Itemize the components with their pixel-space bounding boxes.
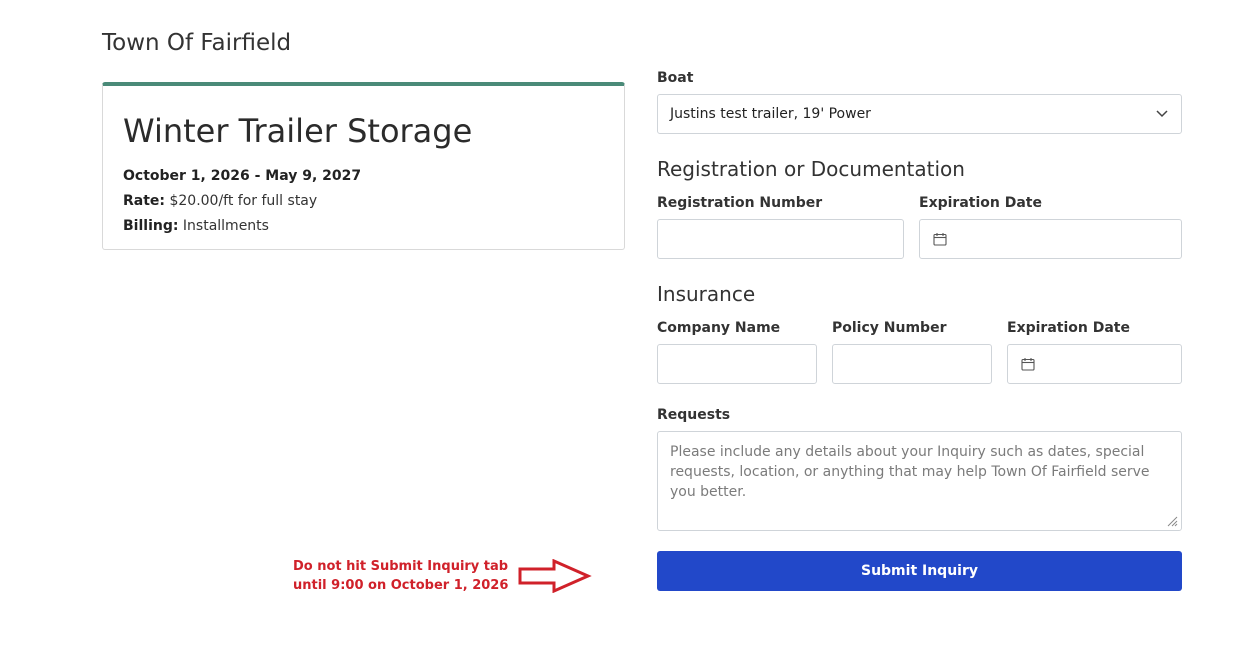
registration-expiration-label: Expiration Date [919,195,1042,211]
boat-label: Boat [657,70,694,86]
program-card: Winter Trailer Storage October 1, 2026 -… [102,82,625,250]
boat-select[interactable]: Justins test trailer, 19' Power [657,94,1182,134]
registration-section-heading: Registration or Documentation [657,157,965,181]
billing-label: Billing: [123,218,179,234]
warning-line-1: Do not hit Submit Inquiry tab [293,559,509,574]
submit-inquiry-button[interactable]: Submit Inquiry [657,551,1182,591]
calendar-icon [1021,358,1035,371]
chevron-down-icon [1156,110,1168,118]
program-dates: October 1, 2026 - May 9, 2027 [123,168,362,184]
requests-placeholder: Please include any details about your In… [670,444,1150,500]
program-title: Winter Trailer Storage [123,112,473,150]
insurance-section-heading: Insurance [657,282,756,306]
policy-number-input[interactable] [832,344,992,384]
rate-line: Rate: $20.00/ft for full stay [123,193,317,209]
insurance-expiration-label: Expiration Date [1007,320,1130,336]
warning-annotation: Do not hit Submit Inquiry tab until 9:00… [293,557,508,595]
rate-value: $20.00/ft for full stay [169,193,318,209]
rate-label: Rate: [123,193,166,209]
requests-textarea[interactable]: Please include any details about your In… [657,431,1182,531]
policy-number-label: Policy Number [832,320,947,336]
arrow-right-icon [518,559,592,593]
company-name-label: Company Name [657,320,781,336]
registration-number-label: Registration Number [657,195,823,211]
boat-selected-value: Justins test trailer, 19' Power [670,106,871,122]
billing-line: Billing: Installments [123,218,269,234]
requests-label: Requests [657,407,731,423]
registration-number-input[interactable] [657,219,904,259]
company-name-input[interactable] [657,344,817,384]
calendar-icon [933,233,947,246]
warning-line-2: until 9:00 on October 1, 2026 [293,578,509,593]
page-title: Town Of Fairfield [102,30,292,56]
billing-value: Installments [182,218,269,234]
insurance-expiration-input[interactable] [1007,344,1182,384]
registration-expiration-input[interactable] [919,219,1182,259]
resize-handle-icon[interactable] [1166,515,1178,527]
